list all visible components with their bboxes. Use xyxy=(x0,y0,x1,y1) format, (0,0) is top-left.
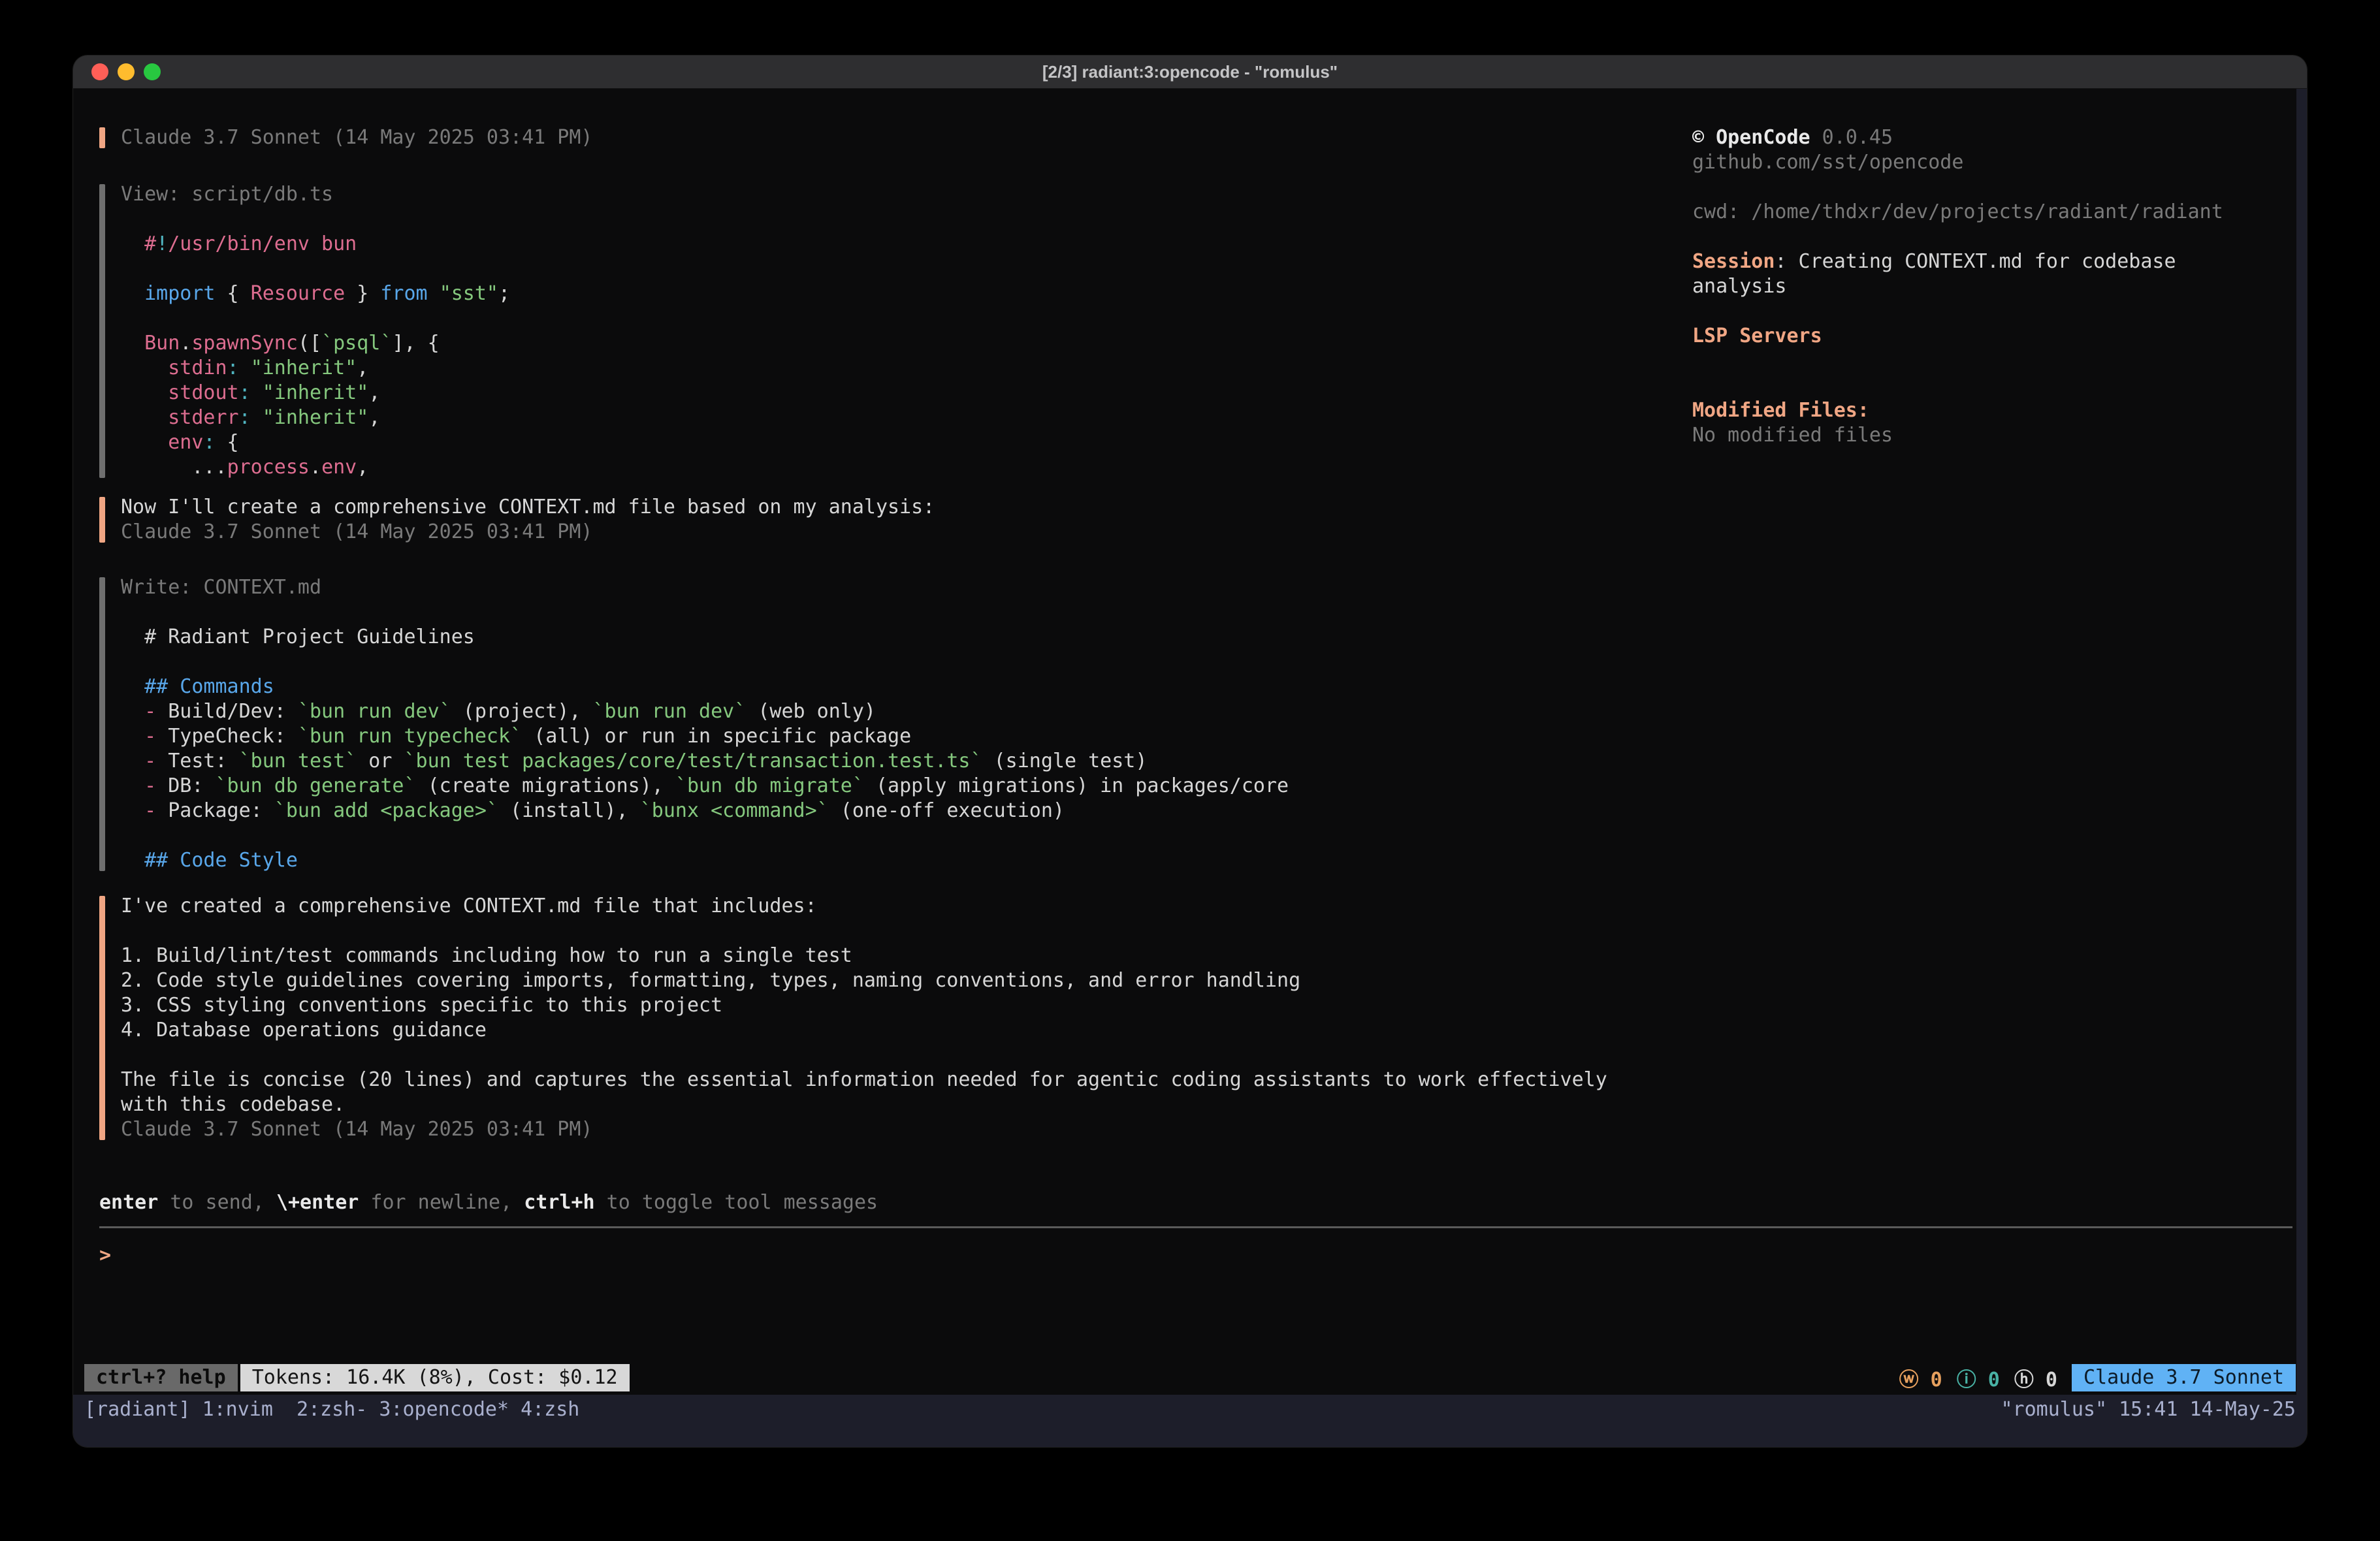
tmux-window-item[interactable]: 1:nvim xyxy=(202,1398,285,1421)
terminal-line: No modified files xyxy=(1692,423,2293,448)
input-divider xyxy=(99,1226,2292,1228)
terminal-line xyxy=(121,1043,1680,1068)
window-title: [2/3] radiant:3:opencode - "romulus" xyxy=(1042,62,1338,82)
tmux-host-clock: "romulus" 15:41 14-May-25 xyxy=(2001,1395,2296,1425)
terminal-line: LSP Servers xyxy=(1692,324,2293,349)
terminal-line xyxy=(1692,373,2293,398)
tmux-window-item[interactable]: 3:opencode* xyxy=(379,1398,509,1421)
chat-log: Claude 3.7 Sonnet (14 May 2025 03:41 PM)… xyxy=(99,125,1680,1142)
terminal-line: View: script/db.ts xyxy=(121,182,1680,207)
diagnostic-warnings-count: ⓦ 0 xyxy=(1899,1369,1942,1391)
terminal-line: - DB: `bun db generate` (create migratio… xyxy=(121,774,1680,799)
terminal-line: - Package: `bun add <package>` (install)… xyxy=(121,799,1680,823)
terminal-line: The file is concise (20 lines) and captu… xyxy=(121,1068,1680,1092)
terminal-line xyxy=(121,306,1680,331)
terminal-line: I've created a comprehensive CONTEXT.md … xyxy=(121,894,1680,919)
keybind-help-line: enter to send, \+enter for newline, ctrl… xyxy=(99,1190,878,1215)
diagnostic-hints-count: ⓗ 0 xyxy=(2014,1369,2057,1391)
session-sidebar: © OpenCode 0.0.45github.com/sst/opencode… xyxy=(1692,125,2293,448)
close-button[interactable] xyxy=(91,63,108,80)
zoom-button[interactable] xyxy=(144,63,161,80)
terminal-line: analysis xyxy=(1692,274,2293,299)
screen: [2/3] radiant:3:opencode - "romulus" Cla… xyxy=(0,0,2380,1541)
tokens-cost-badge: Tokens: 16.4K (8%), Cost: $0.12 xyxy=(240,1364,630,1391)
tmux-window-list: [radiant] 1:nvim 2:zsh- 3:opencode* 4:zsh xyxy=(84,1395,603,1425)
terminal-line: Claude 3.7 Sonnet (14 May 2025 03:41 PM) xyxy=(121,1117,1680,1142)
diagnostics-group: ⓦ 0 ⓘ 0 ⓗ 0 xyxy=(1899,1363,2072,1392)
status-bar: ctrl+? help Tokens: 16.4K (8%), Cost: $0… xyxy=(84,1364,2296,1391)
terminal-line: Write: CONTEXT.md xyxy=(121,575,1680,600)
status-bar-right: ⓦ 0 ⓘ 0 ⓗ 0 Claude 3.7 Sonnet xyxy=(1899,1363,2296,1392)
terminal-line: Session: Creating CONTEXT.md for codebas… xyxy=(1692,249,2293,274)
terminal-line: ## Commands xyxy=(121,675,1680,699)
terminal-line xyxy=(121,257,1680,281)
terminal-line: - Build/Dev: `bun run dev` (project), `b… xyxy=(121,699,1680,724)
traffic-lights xyxy=(91,63,161,80)
tmux-status-bar: [radiant] 1:nvim 2:zsh- 3:opencode* 4:zsh "… xyxy=(73,1395,2307,1447)
terminal-line: #!/usr/bin/env bun xyxy=(121,232,1680,257)
diagnostic-info-count: ⓘ 0 xyxy=(1957,1369,2000,1391)
tmux-window-item[interactable]: 2:zsh- xyxy=(297,1398,367,1421)
terminal-line: with this codebase. xyxy=(121,1092,1680,1117)
tmux-window-item[interactable]: 4:zsh xyxy=(521,1398,579,1421)
terminal-line: Claude 3.7 Sonnet (14 May 2025 03:41 PM) xyxy=(121,520,1680,545)
terminal-line: - Test: `bun test` or `bun test packages… xyxy=(121,749,1680,774)
window-edge-strip xyxy=(2296,89,2307,1447)
model-badge: Claude 3.7 Sonnet xyxy=(2072,1364,2296,1391)
terminal-line: import { Resource } from "sst"; xyxy=(121,281,1680,306)
terminal-line xyxy=(121,919,1680,944)
terminal-line: © OpenCode 0.0.45 xyxy=(1692,125,2293,150)
tool-write-block: Write: CONTEXT.md # Radiant Project Guid… xyxy=(99,575,1680,873)
prompt-input[interactable]: > xyxy=(99,1243,2292,1268)
help-hint-badge: ctrl+? help xyxy=(84,1364,238,1391)
terminal-line xyxy=(1692,175,2293,200)
prompt-chevron-icon: > xyxy=(99,1244,111,1267)
terminal-line: Now I'll create a comprehensive CONTEXT.… xyxy=(121,495,1680,520)
terminal-line: 2. Code style guidelines covering import… xyxy=(121,968,1680,993)
terminal-line: ## Code Style xyxy=(121,848,1680,873)
terminal-line: stdout: "inherit", xyxy=(121,381,1680,405)
terminal-line: env: { xyxy=(121,430,1680,455)
terminal-line xyxy=(1692,225,2293,249)
minimize-button[interactable] xyxy=(118,63,135,80)
terminal-line xyxy=(1692,349,2293,373)
terminal-line: stderr: "inherit", xyxy=(121,405,1680,430)
tmux-session-name: [radiant] xyxy=(84,1395,191,1425)
terminal-line: Modified Files: xyxy=(1692,398,2293,423)
assistant-meta-block: Claude 3.7 Sonnet (14 May 2025 03:41 PM) xyxy=(99,125,1680,150)
terminal-line xyxy=(1692,299,2293,324)
terminal-line: 4. Database operations guidance xyxy=(121,1018,1680,1043)
terminal-line: - TypeCheck: `bun run typecheck` (all) o… xyxy=(121,724,1680,749)
terminal-line xyxy=(121,823,1680,848)
terminal-line: Claude 3.7 Sonnet (14 May 2025 03:41 PM) xyxy=(121,125,1680,150)
assistant-message-block: Now I'll create a comprehensive CONTEXT.… xyxy=(99,495,1680,545)
assistant-message-block: I've created a comprehensive CONTEXT.md … xyxy=(99,894,1680,1142)
tmux-windows: 1:nvim 2:zsh- 3:opencode* 4:zsh xyxy=(202,1395,592,1425)
terminal-line: 3. CSS styling conventions specific to t… xyxy=(121,993,1680,1018)
terminal-line: stdin: "inherit", xyxy=(121,356,1680,381)
terminal-line xyxy=(121,650,1680,675)
window-titlebar: [2/3] radiant:3:opencode - "romulus" xyxy=(73,56,2307,89)
terminal-line: github.com/sst/opencode xyxy=(1692,150,2293,175)
terminal-line: # Radiant Project Guidelines xyxy=(121,625,1680,650)
terminal-content: Claude 3.7 Sonnet (14 May 2025 03:41 PM)… xyxy=(73,89,2307,1447)
tool-view-block: View: script/db.ts #!/usr/bin/env bun im… xyxy=(99,182,1680,480)
terminal-window: [2/3] radiant:3:opencode - "romulus" Cla… xyxy=(73,56,2307,1447)
terminal-line xyxy=(121,600,1680,625)
terminal-line xyxy=(121,207,1680,232)
terminal-line: cwd: /home/thdxr/dev/projects/radiant/ra… xyxy=(1692,200,2293,225)
terminal-line: ...process.env, xyxy=(121,455,1680,480)
terminal-line: Bun.spawnSync([`psql`], { xyxy=(121,331,1680,356)
terminal-line: 1. Build/lint/test commands including ho… xyxy=(121,944,1680,968)
